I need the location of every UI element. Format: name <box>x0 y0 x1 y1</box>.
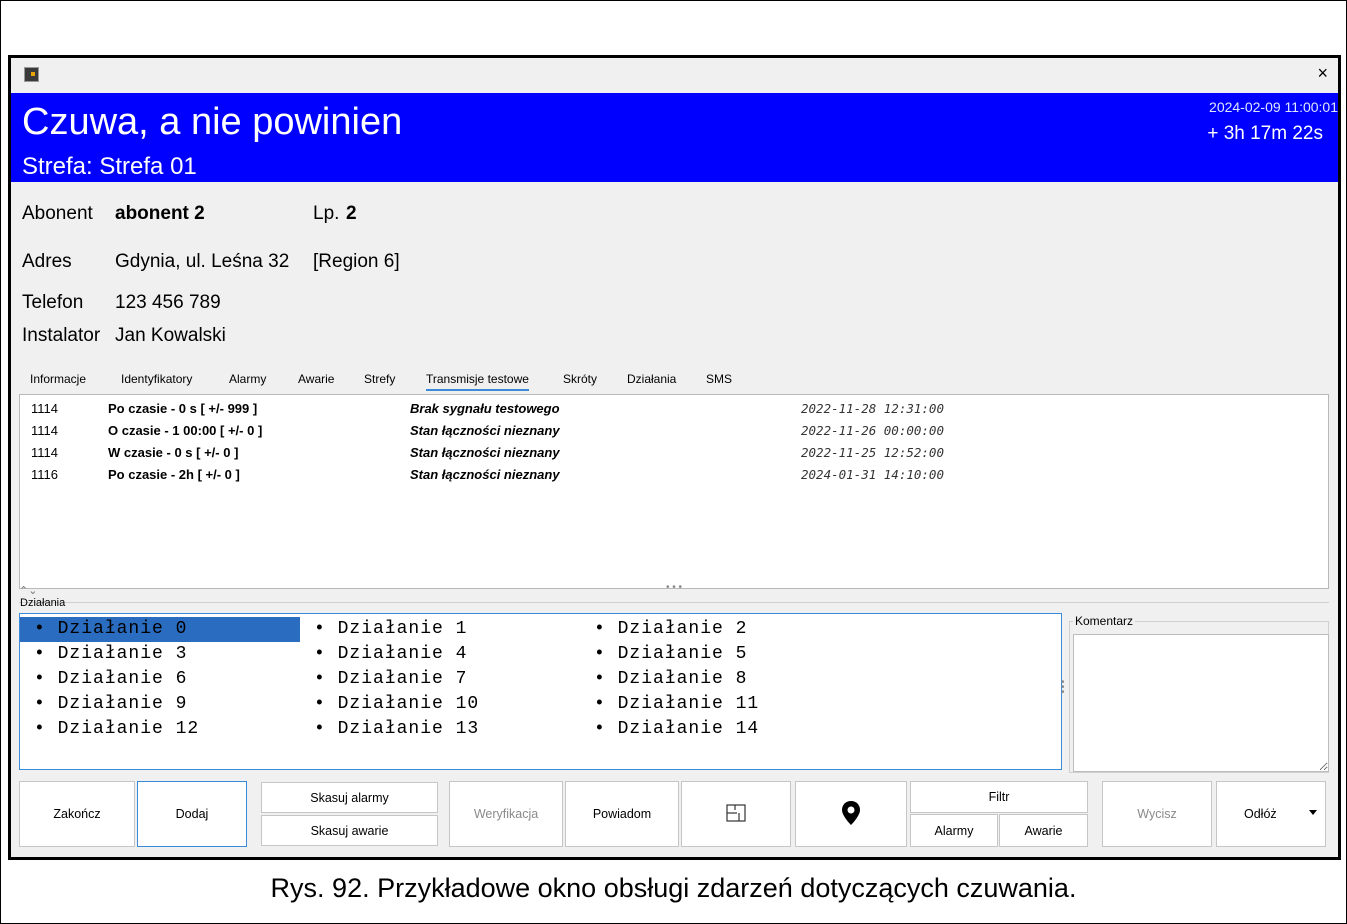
installer-row: Instalator Jan Kowalski <box>22 325 226 347</box>
collapse-arrows-icon[interactable]: ⌃⌄ <box>19 584 37 597</box>
floor-plan-button[interactable] <box>681 781 791 847</box>
list-item[interactable]: 1114 O czasie - 1 00:00 [ +/- 0 ] Stan ł… <box>20 420 1328 442</box>
event-elapsed-time: + 3h 17m 22s <box>1207 123 1323 144</box>
notify-button[interactable]: Powiadom <box>565 781 679 847</box>
tab-informacje[interactable]: Informacje <box>30 372 86 386</box>
floor-plan-icon <box>725 802 747 827</box>
address-value: Gdynia, ul. Leśna 32 <box>115 251 290 272</box>
dropdown-arrow-icon[interactable] <box>1309 810 1317 815</box>
lp-label: Lp. <box>313 203 340 224</box>
tab-skroty[interactable]: Skróty <box>563 372 597 386</box>
transmission-id: 1114 <box>31 401 58 416</box>
close-button[interactable]: × <box>1317 63 1328 84</box>
phone-label: Telefon <box>22 292 84 313</box>
clear-faults-button[interactable]: Skasuj awarie <box>261 815 438 846</box>
subscriber-row: Abonent abonent 2 Lp. 2 <box>22 203 357 225</box>
transmission-id: 1114 <box>31 423 58 438</box>
map-button[interactable] <box>795 781 907 847</box>
action-item[interactable]: • Działanie 14 <box>580 717 860 742</box>
vertical-splitter-icon[interactable]: • • • <box>1061 678 1065 698</box>
transmission-date: 2022-11-26 00:00:00 <box>801 423 944 438</box>
tab-sms[interactable]: SMS <box>706 372 732 386</box>
action-item[interactable]: • Działanie 0 <box>20 617 300 642</box>
tab-awarie[interactable]: Awarie <box>298 372 334 386</box>
add-button[interactable]: Dodaj <box>137 781 247 847</box>
divider <box>19 602 1329 603</box>
installer-label: Instalator <box>22 325 101 346</box>
subscriber-label: Abonent <box>22 203 93 224</box>
map-pin-icon <box>841 800 861 829</box>
address-row: Adres Gdynia, ul. Leśna 32 [Region 6] <box>22 251 400 273</box>
tab-alarmy[interactable]: Alarmy <box>229 372 266 386</box>
filter-faults-button[interactable]: Awarie <box>999 814 1088 847</box>
mute-button[interactable]: Wycisz <box>1102 781 1212 847</box>
action-item[interactable]: • Działanie 13 <box>300 717 580 742</box>
splitter-handle-icon[interactable]: • • • <box>666 582 682 593</box>
action-item[interactable]: • Działanie 8 <box>580 667 860 692</box>
tab-transmisje-testowe[interactable]: Transmisje testowe <box>426 372 529 391</box>
installer-value: Jan Kowalski <box>115 325 226 346</box>
comment-field[interactable] <box>1073 634 1329 772</box>
event-datetime: 2024-02-09 11:00:01 <box>1209 99 1338 115</box>
transmission-state: Stan łączności nieznany <box>410 423 560 438</box>
postpone-button[interactable]: Odłóż <box>1216 781 1326 847</box>
action-item[interactable]: • Działanie 3 <box>20 642 300 667</box>
transmission-rule: O czasie - 1 00:00 [ +/- 0 ] <box>108 423 263 438</box>
postpone-label: Odłóż <box>1244 807 1277 821</box>
transmission-date: 2022-11-25 12:52:00 <box>801 445 944 460</box>
transmission-state: Stan łączności nieznany <box>410 467 560 482</box>
event-window: × Czuwa, a nie powinien Strefa: Strefa 0… <box>8 55 1341 860</box>
tab-dzialania[interactable]: Działania <box>627 372 676 386</box>
list-item[interactable]: 1114 W czasie - 0 s [ +/- 0 ] Stan łączn… <box>20 442 1328 464</box>
list-item[interactable]: 1114 Po czasie - 0 s [ +/- 999 ] Brak sy… <box>20 398 1328 420</box>
transmission-state: Stan łączności nieznany <box>410 445 560 460</box>
action-item[interactable]: • Działanie 11 <box>580 692 860 717</box>
phone-value: 123 456 789 <box>115 292 221 313</box>
tab-identyfikatory[interactable]: Identyfikatory <box>121 372 192 386</box>
tab-strefy[interactable]: Strefy <box>364 372 395 386</box>
transmission-rule: Po czasie - 0 s [ +/- 999 ] <box>108 401 258 416</box>
event-title: Czuwa, a nie powinien <box>22 101 403 143</box>
event-banner: Czuwa, a nie powinien Strefa: Strefa 01 … <box>11 93 1338 182</box>
transmission-date: 2024-01-31 14:10:00 <box>801 467 944 482</box>
phone-row: Telefon 123 456 789 <box>22 292 221 314</box>
transmission-id: 1116 <box>31 467 58 482</box>
action-item[interactable]: • Działanie 9 <box>20 692 300 717</box>
clear-alarms-button[interactable]: Skasuj alarmy <box>261 782 438 813</box>
finish-button[interactable]: Zakończ <box>19 781 135 847</box>
action-item[interactable]: • Działanie 6 <box>20 667 300 692</box>
action-item[interactable]: • Działanie 2 <box>580 617 860 642</box>
transmission-rule: W czasie - 0 s [ +/- 0 ] <box>108 445 239 460</box>
app-icon <box>24 67 39 82</box>
verify-button[interactable]: Weryfikacja <box>449 781 563 847</box>
actions-title: Działania <box>20 597 66 609</box>
list-item[interactable]: 1116 Po czasie - 2h [ +/- 0 ] Stan łączn… <box>20 464 1328 486</box>
figure-caption: Rys. 92. Przykładowe okno obsługi zdarze… <box>270 873 1077 903</box>
event-zone: Strefa: Strefa 01 <box>22 153 197 180</box>
transmission-rule: Po czasie - 2h [ +/- 0 ] <box>108 467 240 482</box>
transmission-state: Brak sygnału testowego <box>410 401 560 416</box>
transmission-id: 1114 <box>31 445 58 460</box>
actions-list[interactable]: • Działanie 0 • Działanie 1 • Działanie … <box>19 613 1062 770</box>
transmission-date: 2022-11-28 12:31:00 <box>801 401 944 416</box>
subscriber-value: abonent 2 <box>115 203 205 224</box>
action-item[interactable]: • Działanie 5 <box>580 642 860 667</box>
test-transmissions-list[interactable]: 1114 Po czasie - 0 s [ +/- 999 ] Brak sy… <box>19 394 1329 589</box>
comment-title: Komentarz <box>1073 614 1136 628</box>
filter-alarms-button[interactable]: Alarmy <box>910 814 998 847</box>
action-item[interactable]: • Działanie 1 <box>300 617 580 642</box>
lp-value: 2 <box>346 203 357 224</box>
filter-button[interactable]: Filtr <box>910 781 1088 813</box>
region-value: [Region 6] <box>313 251 400 272</box>
action-item[interactable]: • Działanie 12 <box>20 717 300 742</box>
action-item[interactable]: • Działanie 10 <box>300 692 580 717</box>
action-item[interactable]: • Działanie 4 <box>300 642 580 667</box>
title-bar: × <box>11 58 1338 93</box>
action-item[interactable]: • Działanie 7 <box>300 667 580 692</box>
address-label: Adres <box>22 251 72 272</box>
